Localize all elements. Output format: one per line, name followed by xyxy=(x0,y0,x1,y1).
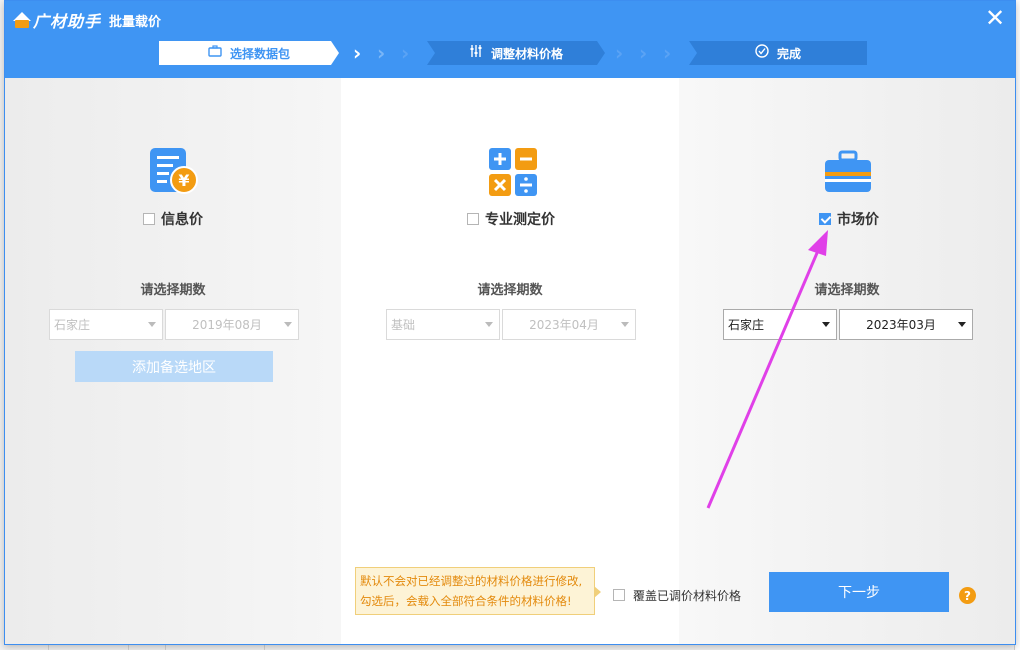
period-label: 请选择期数 xyxy=(477,283,543,298)
calculator-icon xyxy=(487,146,537,196)
logo-text: 广材助手 xyxy=(33,12,102,31)
chevron-down-icon xyxy=(822,322,830,327)
chevron-down-icon xyxy=(284,322,292,327)
chevron-right-icon: › xyxy=(401,41,410,65)
option-market-price[interactable]: 市场价 xyxy=(819,210,879,228)
toolbox-icon xyxy=(823,146,873,196)
option-info-price[interactable]: 信息价 xyxy=(143,210,203,228)
overwrite-adjusted-checkbox[interactable] xyxy=(613,589,625,601)
info-price-checkbox[interactable] xyxy=(143,213,155,225)
option-label: 专业测定价 xyxy=(485,212,555,228)
period-select-value: 2019年08月 xyxy=(192,318,262,332)
region-select[interactable]: 石家庄 xyxy=(723,309,837,340)
category-select[interactable]: 基础 xyxy=(386,309,500,340)
period-select[interactable]: 2023年03月 xyxy=(839,309,973,340)
overwrite-label: 覆盖已调价材料价格 xyxy=(633,588,742,603)
tooltip-line: 勾选后，会载入全部符合条件的材料价格! xyxy=(360,594,572,608)
step-label: 选择数据包 xyxy=(229,46,290,61)
region-select-value: 石家庄 xyxy=(728,318,765,332)
help-icon[interactable]: ? xyxy=(959,587,976,604)
period-select[interactable]: 2019年08月 xyxy=(165,309,299,340)
app-logo: 广材助手 批量载价 xyxy=(11,9,161,31)
chevron-right-icon: › xyxy=(663,41,672,65)
category-select-value: 基础 xyxy=(391,318,416,332)
step-label: 完成 xyxy=(776,46,801,61)
chevron-down-icon xyxy=(621,322,629,327)
chevron-right-icon: › xyxy=(377,41,386,65)
period-select-value: 2023年04月 xyxy=(529,318,599,332)
step-progress: 选择数据包 › › › 调整材料价格 › › › 完成 xyxy=(159,41,869,65)
chevron-down-icon xyxy=(148,322,156,327)
professional-price-checkbox[interactable] xyxy=(467,213,479,225)
chevron-right-icon: › xyxy=(639,41,648,65)
logo-mark-icon xyxy=(11,10,31,30)
price-source-panels: ¥ 信息价 请选择期数 石家庄 2019年08月 添加备选地区 专业测定价 请选… xyxy=(5,78,1015,644)
chevron-right-icon: › xyxy=(353,41,362,65)
next-step-button[interactable]: 下一步 xyxy=(769,572,949,612)
close-icon: ✕ xyxy=(984,4,1006,32)
overwrite-hint-tooltip: 默认不会对已经调整过的材料价格进行修改, 勾选后，会载入全部符合条件的材料价格! xyxy=(355,567,601,615)
region-select[interactable]: 石家庄 xyxy=(49,309,163,340)
option-professional-price[interactable]: 专业测定价 xyxy=(467,210,555,228)
chevron-right-icon: › xyxy=(615,41,624,65)
title-bar: 广材助手 批量载价 ✕ 选择数据包 › › › 调整材料价格 › › › 完成 xyxy=(5,1,1015,78)
step-adjust-price: 调整材料价格 xyxy=(427,41,605,65)
dialog-title: 批量载价 xyxy=(109,14,162,30)
period-select[interactable]: 2023年04月 xyxy=(502,309,636,340)
check-circle-icon xyxy=(755,44,769,62)
period-select-value: 2023年03月 xyxy=(866,318,936,332)
tooltip-line: 默认不会对已经调整过的材料价格进行修改, xyxy=(360,574,583,588)
sliders-icon xyxy=(469,45,483,61)
close-button[interactable]: ✕ xyxy=(983,4,1007,32)
step-label: 调整材料价格 xyxy=(490,46,563,61)
overwrite-adjusted-option[interactable]: 覆盖已调价材料价格 xyxy=(613,586,741,604)
chevron-down-icon xyxy=(958,322,966,327)
add-backup-region-button[interactable]: 添加备选地区 xyxy=(75,351,273,382)
batch-load-price-dialog: 广材助手 批量载价 ✕ 选择数据包 › › › 调整材料价格 › › › 完成 … xyxy=(4,0,1016,645)
briefcase-icon xyxy=(208,45,222,61)
option-label: 市场价 xyxy=(837,212,879,228)
period-label: 请选择期数 xyxy=(140,283,206,298)
chevron-down-icon xyxy=(485,322,493,327)
option-label: 信息价 xyxy=(161,212,203,228)
panel-info-price: ¥ 信息价 请选择期数 石家庄 2019年08月 添加备选地区 xyxy=(5,78,341,644)
price-document-icon: ¥ xyxy=(148,146,198,196)
panel-market-price: 市场价 请选择期数 石家庄 2023年03月 xyxy=(679,78,1015,644)
period-label: 请选择期数 xyxy=(814,283,880,298)
panel-professional-price: 专业测定价 请选择期数 基础 2023年04月 xyxy=(341,78,679,644)
svg-text:¥: ¥ xyxy=(178,171,189,190)
market-price-checkbox[interactable] xyxy=(819,213,831,225)
step-select-package: 选择数据包 xyxy=(159,41,339,65)
step-complete: 完成 xyxy=(689,41,867,65)
region-select-value: 石家庄 xyxy=(54,318,91,332)
